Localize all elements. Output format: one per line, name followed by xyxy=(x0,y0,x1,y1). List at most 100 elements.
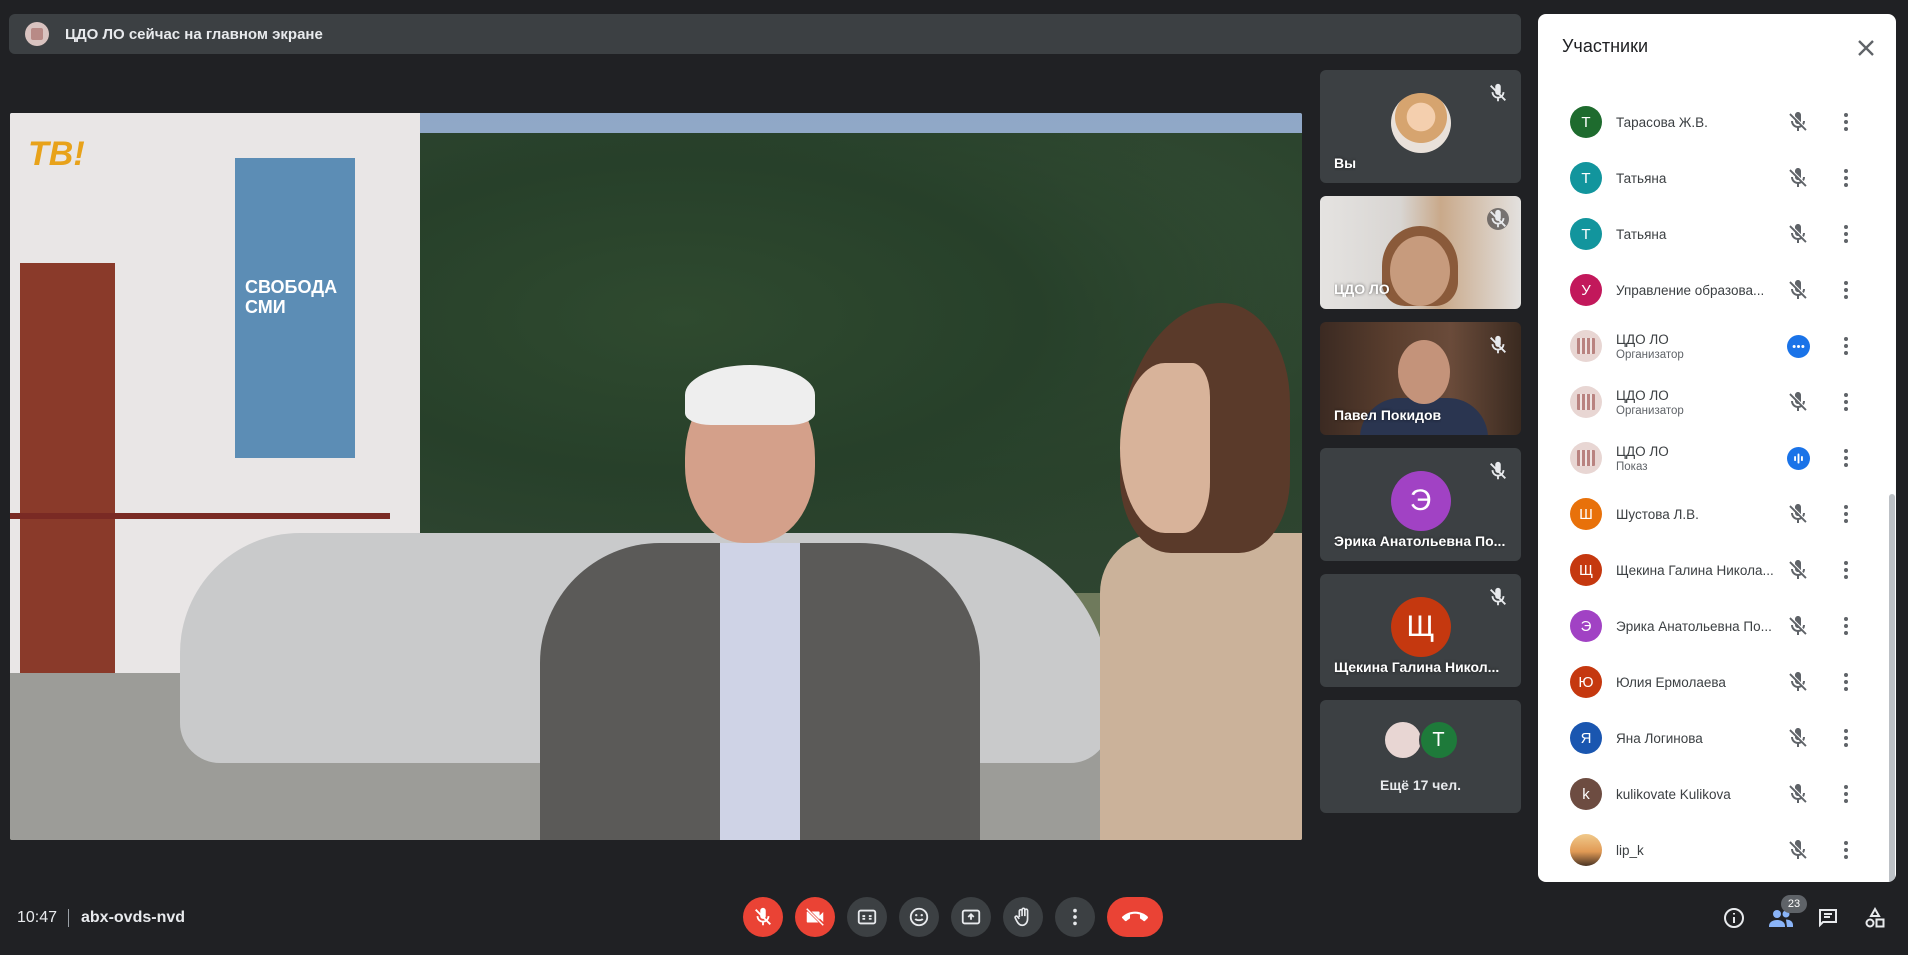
meeting-info-button[interactable] xyxy=(1721,905,1747,931)
mic-toggle-button[interactable] xyxy=(743,897,783,937)
tile-more-participants[interactable]: Т Ещё 17 чел. xyxy=(1320,700,1521,813)
participant-name: Шустова Л.В. xyxy=(1616,506,1699,522)
tile-pavel[interactable]: Павел Покидов xyxy=(1320,322,1521,435)
participant-row[interactable]: Т Тарасова Ж.В. xyxy=(1538,94,1884,150)
participant-row[interactable]: k kulikovate Kulikova xyxy=(1538,766,1884,822)
more-vert-icon[interactable] xyxy=(1834,222,1858,246)
mic-off-icon[interactable] xyxy=(1786,558,1810,582)
participant-row[interactable]: Т Татьяна xyxy=(1538,150,1884,206)
present-icon xyxy=(961,909,981,925)
participant-name: kulikovate Kulikova xyxy=(1616,786,1731,802)
participant-row[interactable]: Ю Юлия Ермолаева xyxy=(1538,654,1884,710)
more-vert-icon[interactable] xyxy=(1834,278,1858,302)
participant-row[interactable]: Я Яна Логинова xyxy=(1538,710,1884,766)
participant-name: Тарасова Ж.В. xyxy=(1616,114,1708,130)
more-vert-icon[interactable] xyxy=(1834,110,1858,134)
tile-erika-name: Эрика Анатольевна По... xyxy=(1334,533,1506,549)
woman-body xyxy=(1100,533,1302,840)
tile-shchekina[interactable]: Щ Щекина Галина Никол... xyxy=(1320,574,1521,687)
video-poster: СВОБОДА СМИ xyxy=(235,158,355,458)
participant-row[interactable]: Э Эрика Анатольевна По... xyxy=(1538,598,1884,654)
close-icon[interactable] xyxy=(1852,34,1880,62)
presenting-banner: ЦДО ЛО сейчас на главном экране xyxy=(9,14,1521,54)
pavel-face xyxy=(1398,340,1450,404)
more-vert-icon[interactable] xyxy=(1834,614,1858,638)
participant-row[interactable]: У Управление образова... xyxy=(1538,262,1884,318)
mic-off-icon[interactable] xyxy=(1786,502,1810,526)
participant-row[interactable]: lip_k xyxy=(1538,822,1884,878)
captions-icon xyxy=(857,909,877,925)
leave-call-button[interactable] xyxy=(1107,897,1163,937)
more-vert-icon[interactable] xyxy=(1834,782,1858,806)
present-screen-button[interactable] xyxy=(951,897,991,937)
participant-row[interactable]: Т Татьяна xyxy=(1538,206,1884,262)
more-vert-icon[interactable] xyxy=(1834,390,1858,414)
participant-avatar: Т xyxy=(1570,106,1602,138)
participant-row[interactable]: ЦДО ЛО Показ xyxy=(1538,430,1884,486)
panel-scrollbar-thumb[interactable] xyxy=(1889,494,1895,882)
more-avatars: Т xyxy=(1382,720,1459,760)
participant-row[interactable]: Ш Шустова Л.В. xyxy=(1538,486,1884,542)
participant-row[interactable]: Щ Щекина Галина Никола... xyxy=(1538,542,1884,598)
meeting-clock: 10:47 xyxy=(17,909,58,926)
more-avatar-logo xyxy=(1382,720,1423,760)
camera-toggle-button[interactable] xyxy=(795,897,835,937)
participant-name: Юлия Ермолаева xyxy=(1616,674,1726,690)
hand-icon xyxy=(1014,907,1029,927)
mic-off-icon xyxy=(1490,335,1506,354)
participant-info: ЦДО ЛО Организатор xyxy=(1616,318,1776,374)
more-vert-icon[interactable] xyxy=(1834,726,1858,750)
participant-name: lip_k xyxy=(1616,842,1644,858)
more-vert-icon[interactable] xyxy=(1834,670,1858,694)
captions-button[interactable] xyxy=(847,897,887,937)
more-participants-label: Ещё 17 чел. xyxy=(1380,777,1461,793)
erika-avatar: Э xyxy=(1390,470,1451,531)
raise-hand-button[interactable] xyxy=(1003,897,1043,937)
tile-erika[interactable]: Э Эрика Анатольевна По... xyxy=(1320,448,1521,561)
participant-row[interactable]: ЦДО ЛО Организатор xyxy=(1538,374,1884,430)
man-shirt xyxy=(720,543,800,840)
activities-icon xyxy=(1865,906,1885,928)
emoji-icon xyxy=(909,907,929,927)
participant-count-badge: 23 xyxy=(1781,895,1807,913)
more-avatar-initial: Т xyxy=(1418,720,1459,760)
mic-off-icon xyxy=(1490,83,1506,102)
participant-info: Эрика Анатольевна По... xyxy=(1616,598,1776,654)
mic-off-icon[interactable] xyxy=(1786,222,1810,246)
more-options-button[interactable] xyxy=(1055,897,1095,937)
more-vert-icon[interactable] xyxy=(1834,166,1858,190)
activities-button[interactable] xyxy=(1862,905,1888,931)
participant-row[interactable]: ЦДО ЛО Организатор xyxy=(1538,318,1884,374)
bottom-bar: 10:47 abx-ovds-nvd 23 xyxy=(0,895,1908,955)
participant-avatar xyxy=(1570,386,1602,418)
mic-off-icon[interactable] xyxy=(1786,166,1810,190)
mic-off-icon[interactable] xyxy=(1786,614,1810,638)
participant-avatar: Щ xyxy=(1570,554,1602,586)
participant-name: ЦДО ЛО xyxy=(1616,331,1669,347)
main-presentation-video[interactable]: СВОБОДА СМИ TB! xyxy=(10,113,1302,840)
mic-off-icon[interactable] xyxy=(1786,390,1810,414)
more-vert-icon[interactable] xyxy=(1834,558,1858,582)
chat-button[interactable] xyxy=(1815,905,1841,931)
mic-off-icon[interactable] xyxy=(1786,278,1810,302)
tile-you[interactable]: Вы xyxy=(1320,70,1521,183)
participant-name: Татьяна xyxy=(1616,226,1667,242)
video-woman xyxy=(1100,303,1302,840)
mic-off-icon[interactable] xyxy=(1786,110,1810,134)
tile-cdo[interactable]: ЦДО ЛО xyxy=(1320,196,1521,309)
participant-name: ЦДО ЛО xyxy=(1616,443,1669,459)
reactions-button[interactable] xyxy=(899,897,939,937)
mic-off-icon[interactable] xyxy=(1786,726,1810,750)
more-vert-icon[interactable] xyxy=(1834,446,1858,470)
more-vert-icon[interactable] xyxy=(1834,838,1858,862)
more-vert-icon[interactable] xyxy=(1834,334,1858,358)
participant-avatar xyxy=(1570,442,1602,474)
panel-scrollbar[interactable] xyxy=(1888,74,1896,882)
mic-off-icon[interactable] xyxy=(1786,670,1810,694)
mic-off-icon[interactable] xyxy=(1786,838,1810,862)
participant-info: Яна Логинова xyxy=(1616,710,1776,766)
more-vert-icon[interactable] xyxy=(1834,502,1858,526)
participant-avatar: Ю xyxy=(1570,666,1602,698)
mic-off-icon[interactable] xyxy=(1786,782,1810,806)
mic-off-icon xyxy=(755,907,771,926)
